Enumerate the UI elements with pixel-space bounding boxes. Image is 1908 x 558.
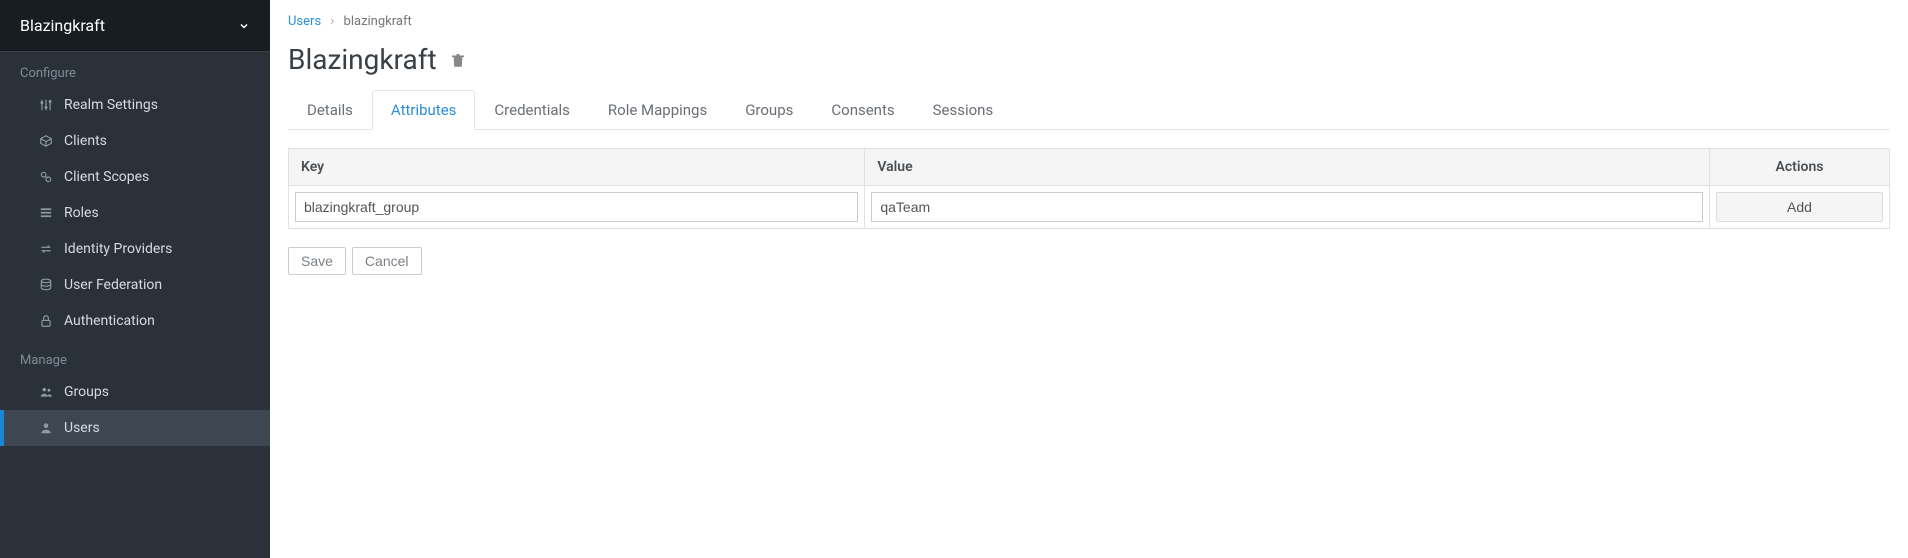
breadcrumb-current: blazingkraft — [344, 14, 412, 29]
breadcrumb-link-users[interactable]: Users — [288, 14, 321, 29]
th-value: Value — [865, 149, 1710, 186]
breadcrumb: Users › blazingkraft — [288, 14, 1890, 29]
breadcrumb-sep: › — [330, 14, 334, 29]
sliders-icon — [38, 97, 54, 113]
sidebar-item-label: Users — [64, 420, 100, 436]
page-title: Blazingkraft — [288, 43, 437, 76]
sidebar-item-label: User Federation — [64, 277, 162, 293]
table-row: Add — [289, 186, 1890, 229]
key-input[interactable] — [295, 192, 858, 222]
sidebar-item-authentication[interactable]: Authentication — [0, 303, 270, 339]
chevron-down-icon — [238, 20, 250, 32]
value-input[interactable] — [871, 192, 1703, 222]
sidebar-item-users[interactable]: Users — [0, 410, 270, 446]
tab-role-mappings[interactable]: Role Mappings — [589, 90, 726, 130]
main-content: Users › blazingkraft Blazingkraft Detail… — [270, 0, 1908, 558]
list-icon — [38, 205, 54, 221]
sidebar-item-roles[interactable]: Roles — [0, 195, 270, 231]
sidebar-item-identity-providers[interactable]: Identity Providers — [0, 231, 270, 267]
th-actions: Actions — [1710, 149, 1890, 186]
sidebar-item-realm-settings[interactable]: Realm Settings — [0, 87, 270, 123]
lock-icon — [38, 313, 54, 329]
scopes-icon — [38, 169, 54, 185]
sidebar-item-label: Authentication — [64, 313, 155, 329]
users-icon — [38, 384, 54, 400]
sidebar-item-clients[interactable]: Clients — [0, 123, 270, 159]
attributes-table: Key Value Actions Add — [288, 148, 1890, 229]
tab-details[interactable]: Details — [288, 90, 372, 130]
sidebar-item-client-scopes[interactable]: Client Scopes — [0, 159, 270, 195]
sidebar-item-label: Clients — [64, 133, 107, 149]
sidebar-item-label: Realm Settings — [64, 97, 158, 113]
user-icon — [38, 420, 54, 436]
cancel-button[interactable]: Cancel — [352, 247, 422, 275]
sidebar-item-label: Client Scopes — [64, 169, 149, 185]
form-buttons: Save Cancel — [288, 247, 1890, 275]
exchange-icon — [38, 241, 54, 257]
sidebar-item-label: Identity Providers — [64, 241, 172, 257]
tab-sessions[interactable]: Sessions — [914, 90, 1013, 130]
cube-icon — [38, 133, 54, 149]
trash-icon[interactable] — [449, 51, 467, 69]
database-icon — [38, 277, 54, 293]
sidebar: Blazingkraft Configure Realm Settings Cl… — [0, 0, 270, 558]
th-key: Key — [289, 149, 865, 186]
tab-attributes[interactable]: Attributes — [372, 90, 476, 130]
sidebar-item-label: Groups — [64, 384, 109, 400]
tab-credentials[interactable]: Credentials — [475, 90, 588, 130]
sidebar-item-groups[interactable]: Groups — [0, 374, 270, 410]
add-button[interactable]: Add — [1716, 192, 1883, 222]
realm-name: Blazingkraft — [20, 16, 105, 35]
section-label-manage: Manage — [0, 339, 270, 374]
tab-groups[interactable]: Groups — [726, 90, 812, 130]
save-button[interactable]: Save — [288, 247, 346, 275]
page-title-row: Blazingkraft — [288, 43, 1890, 76]
tab-consents[interactable]: Consents — [812, 90, 913, 130]
sidebar-item-user-federation[interactable]: User Federation — [0, 267, 270, 303]
tabs: Details Attributes Credentials Role Mapp… — [288, 90, 1890, 130]
realm-selector[interactable]: Blazingkraft — [0, 0, 270, 52]
section-label-configure: Configure — [0, 52, 270, 87]
sidebar-item-label: Roles — [64, 205, 99, 221]
